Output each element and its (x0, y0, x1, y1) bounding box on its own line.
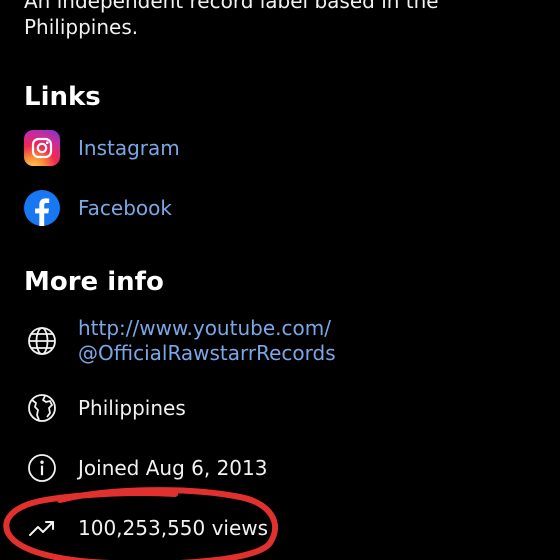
views-row: 100,253,550 views (24, 510, 536, 546)
facebook-link[interactable]: Facebook (24, 190, 536, 226)
instagram-icon (24, 130, 60, 166)
website-link-line2[interactable]: @OfficialRawstarrRecords (78, 341, 336, 366)
joined-date: Joined Aug 6, 2013 (78, 455, 268, 480)
instagram-link[interactable]: Instagram (24, 130, 536, 166)
website-row[interactable]: http://www.youtube.com/ @OfficialRawstar… (24, 316, 536, 366)
website-link-line1[interactable]: http://www.youtube.com/ (78, 316, 336, 341)
facebook-icon (24, 190, 60, 226)
facebook-link-label[interactable]: Facebook (78, 196, 172, 221)
channel-description: An independent record label based in the… (24, 0, 439, 39)
info-icon (24, 450, 60, 486)
instagram-link-label[interactable]: Instagram (78, 136, 180, 161)
globe-africa-icon (24, 390, 60, 426)
view-count: 100,253,550 views (78, 515, 269, 540)
trending-up-icon (24, 510, 60, 546)
links-heading: Links (24, 82, 101, 112)
website-link[interactable]: http://www.youtube.com/ @OfficialRawstar… (78, 316, 336, 366)
country-row: Philippines (24, 390, 536, 426)
globe-icon (24, 323, 60, 359)
more-info-heading: More info (24, 267, 164, 297)
joined-row: Joined Aug 6, 2013 (24, 450, 536, 486)
country-label: Philippines (78, 395, 186, 420)
